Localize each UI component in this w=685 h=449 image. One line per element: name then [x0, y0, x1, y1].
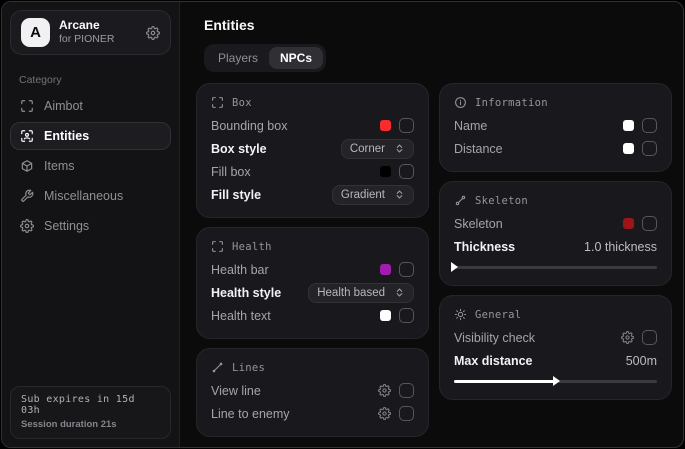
bounding-box-checkbox[interactable] — [399, 118, 414, 133]
color-swatch[interactable] — [623, 143, 634, 154]
card-lines: Lines View line Line to enemy — [196, 348, 429, 437]
bone-icon — [454, 194, 467, 207]
health-bar-checkbox[interactable] — [399, 262, 414, 277]
package-icon — [20, 159, 34, 173]
tool-icon — [20, 189, 34, 203]
row-skeleton: Skeleton — [454, 212, 657, 235]
subscription-card: Sub expires in 15d 03h Session duration … — [10, 386, 171, 439]
row-fill-style: Fill style Gradient — [211, 183, 414, 206]
color-swatch[interactable] — [623, 218, 634, 229]
view-line-checkbox[interactable] — [399, 383, 414, 398]
row-name: Name — [454, 114, 657, 137]
brand-card: A Arcane for PIONER — [10, 10, 171, 55]
card-skeleton: Skeleton Skeleton Thickness 1.0 thicknes… — [439, 181, 672, 286]
color-swatch[interactable] — [380, 310, 391, 321]
row-bounding-box: Bounding box — [211, 114, 414, 137]
fill-box-checkbox[interactable] — [399, 164, 414, 179]
sidebar-item-label: Settings — [44, 219, 89, 233]
sidebar-item-miscellaneous[interactable]: Miscellaneous — [10, 182, 171, 210]
app-logo: A — [21, 18, 50, 47]
gear-icon[interactable] — [378, 384, 391, 397]
row-visibility-check: Visibility check — [454, 326, 657, 349]
health-text-checkbox[interactable] — [399, 308, 414, 323]
row-view-line: View line — [211, 379, 414, 402]
card-health: Health Health bar Health style Health ba… — [196, 227, 429, 339]
card-title: Health — [232, 241, 272, 253]
box-style-dropdown[interactable]: Corner — [341, 139, 414, 159]
sidebar-item-entities[interactable]: Entities — [10, 122, 171, 150]
sidebar-item-label: Items — [44, 159, 75, 173]
color-swatch[interactable] — [380, 166, 391, 177]
person-scan-icon — [20, 129, 34, 143]
distance-checkbox[interactable] — [642, 141, 657, 156]
info-icon — [454, 96, 467, 109]
chevron-sort-icon — [394, 287, 405, 298]
color-swatch[interactable] — [380, 120, 391, 131]
row-max-distance: Max distance 500m — [454, 349, 657, 372]
row-fill-box: Fill box — [211, 160, 414, 183]
max-distance-value: 500m — [626, 354, 657, 368]
gear-icon[interactable] — [378, 407, 391, 420]
sidebar-item-settings[interactable]: Settings — [10, 212, 171, 240]
gear-icon[interactable] — [621, 331, 634, 344]
brackets-icon — [211, 96, 224, 109]
sidebar-item-aimbot[interactable]: Aimbot — [10, 92, 171, 120]
thickness-value: 1.0 thickness — [584, 240, 657, 254]
brackets-icon — [211, 240, 224, 253]
tab-npcs[interactable]: NPCs — [269, 47, 323, 69]
health-style-dropdown[interactable]: Health based — [308, 283, 414, 303]
slider-thumb[interactable] — [553, 376, 560, 386]
thickness-slider[interactable] — [454, 261, 657, 273]
card-general: General Visibility check Max distance 50… — [439, 295, 672, 400]
tab-players[interactable]: Players — [207, 47, 269, 69]
chevron-sort-icon — [394, 189, 405, 200]
card-title: Box — [232, 97, 252, 109]
fill-style-dropdown[interactable]: Gradient — [332, 185, 414, 205]
visibility-check-checkbox[interactable] — [642, 330, 657, 345]
max-distance-slider[interactable] — [454, 375, 657, 387]
sidebar-item-label: Aimbot — [44, 99, 83, 113]
skeleton-checkbox[interactable] — [642, 216, 657, 231]
line-to-enemy-checkbox[interactable] — [399, 406, 414, 421]
target-tabs: Players NPCs — [204, 44, 326, 72]
gear-icon[interactable] — [146, 26, 160, 40]
page-title: Entities — [204, 17, 672, 33]
app-name: Arcane — [59, 18, 114, 33]
card-title: Lines — [232, 362, 265, 374]
main-content: Entities Players NPCs Box Bounding box — [180, 2, 683, 447]
category-label: Category — [2, 63, 179, 91]
diagonal-line-icon — [211, 361, 224, 374]
card-title: General — [475, 309, 521, 321]
sub-expiry-text: Sub expires in 15d 03h — [21, 394, 160, 416]
card-box: Box Bounding box Box style Corner — [196, 83, 429, 218]
row-distance: Distance — [454, 137, 657, 160]
row-line-to-enemy: Line to enemy — [211, 402, 414, 425]
row-health-style: Health style Health based — [211, 281, 414, 304]
chevron-sort-icon — [394, 143, 405, 154]
name-checkbox[interactable] — [642, 118, 657, 133]
card-title: Skeleton — [475, 195, 528, 207]
slider-thumb[interactable] — [451, 262, 458, 272]
color-swatch[interactable] — [380, 264, 391, 275]
row-health-bar: Health bar — [211, 258, 414, 281]
session-duration-text: Session duration 21s — [21, 419, 160, 430]
row-thickness: Thickness 1.0 thickness — [454, 235, 657, 258]
app-window: A Arcane for PIONER Category Aimbot Enti… — [1, 1, 684, 448]
sidebar: A Arcane for PIONER Category Aimbot Enti… — [2, 2, 180, 447]
sidebar-item-label: Miscellaneous — [44, 189, 123, 203]
sidebar-item-label: Entities — [44, 129, 89, 143]
row-health-text: Health text — [211, 304, 414, 327]
crosshair-scan-icon — [20, 99, 34, 113]
card-information: Information Name Distance — [439, 83, 672, 172]
color-swatch[interactable] — [623, 120, 634, 131]
sun-icon — [454, 308, 467, 321]
row-box-style: Box style Corner — [211, 137, 414, 160]
app-subtitle: for PIONER — [59, 33, 114, 46]
sidebar-nav: Aimbot Entities Items Miscellaneous Sett… — [2, 91, 179, 241]
card-title: Information — [475, 97, 548, 109]
sidebar-item-items[interactable]: Items — [10, 152, 171, 180]
gear-icon — [20, 219, 34, 233]
